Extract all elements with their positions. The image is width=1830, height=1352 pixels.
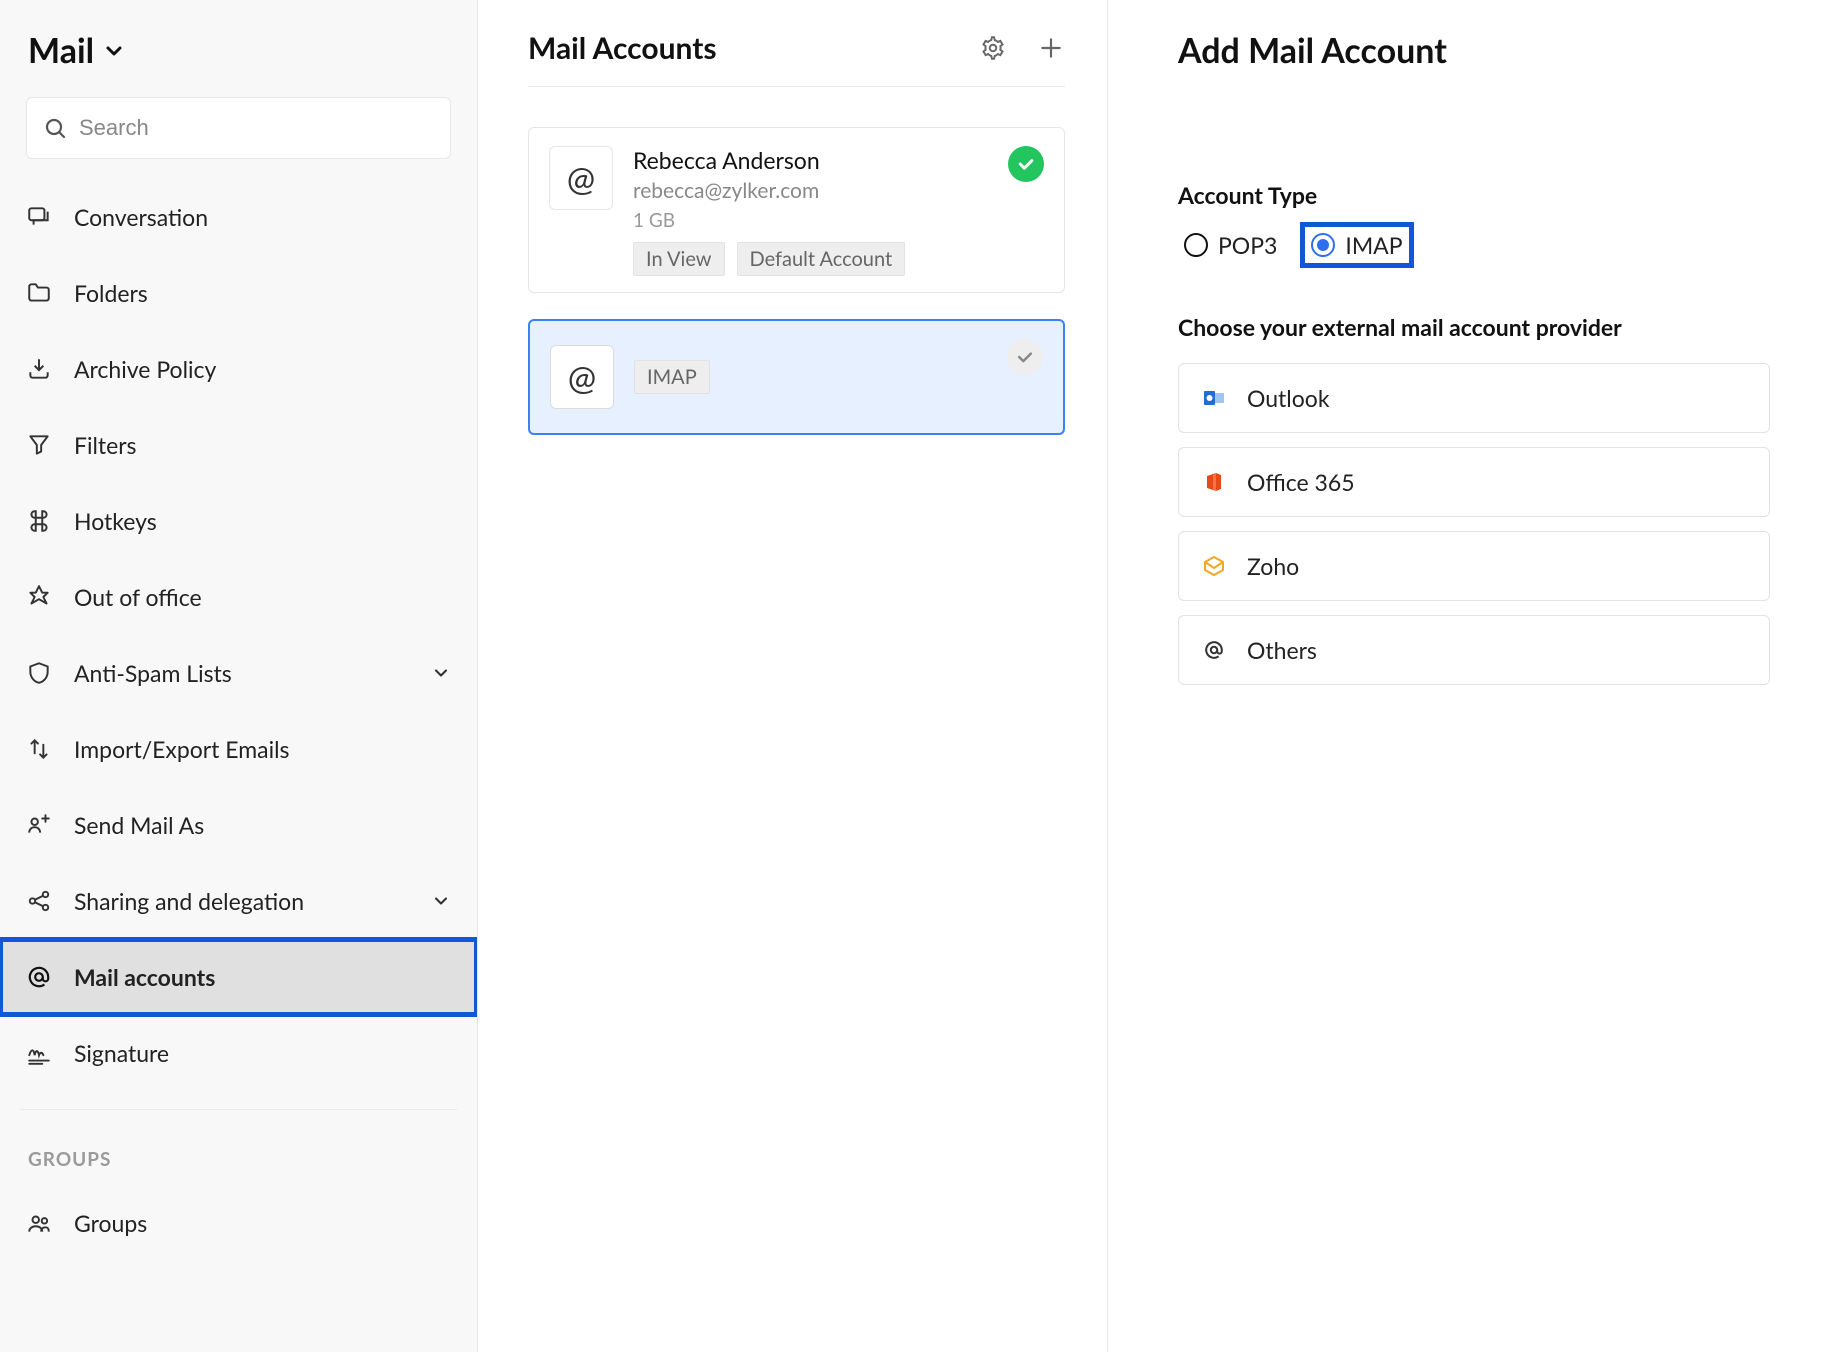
provider-others[interactable]: Others <box>1178 615 1770 685</box>
folder-icon <box>26 280 52 306</box>
add-account-title: Add Mail Account <box>1178 30 1770 71</box>
search-icon <box>43 116 67 140</box>
account-type-radios: POP3 IMAP <box>1178 227 1770 263</box>
sidebar-item-anti-spam-lists[interactable]: Anti-Spam Lists <box>0 635 477 711</box>
sidebar-item-send-mail-as[interactable]: Send Mail As <box>0 787 477 863</box>
accounts-panel: Mail Accounts @ Rebecca Anderson rebecca… <box>478 0 1108 1352</box>
outlook-icon <box>1201 385 1227 411</box>
search-input[interactable] <box>79 115 434 141</box>
shield-icon <box>26 660 52 686</box>
nav-label: Folders <box>74 279 451 307</box>
account-tag: Default Account <box>737 242 906 276</box>
at-icon: @ <box>549 146 613 210</box>
sidebar-item-mail-accounts[interactable]: Mail accounts <box>0 939 477 1015</box>
radio-pop3[interactable]: POP3 <box>1178 227 1283 263</box>
at-icon <box>1201 637 1227 663</box>
add-account-panel: Add Mail Account Account Type POP3 IMAP … <box>1108 0 1830 1352</box>
share-icon <box>26 888 52 914</box>
provider-label: Outlook <box>1247 384 1330 412</box>
nav-label: Groups <box>74 1209 451 1237</box>
sidebar-nav: Conversation Folders Archive Policy Filt… <box>0 179 477 1352</box>
signature-icon <box>26 1040 52 1066</box>
radio-icon <box>1184 233 1208 257</box>
radio-icon <box>1311 233 1335 257</box>
chevron-down-icon <box>431 891 451 911</box>
office365-icon <box>1201 469 1227 495</box>
radio-label: POP3 <box>1218 231 1277 259</box>
account-info: IMAP <box>634 360 1043 394</box>
status-pending-icon <box>1007 339 1043 375</box>
provider-zoho[interactable]: Zoho <box>1178 531 1770 601</box>
groups-icon <box>26 1210 52 1236</box>
import-export-icon <box>26 736 52 762</box>
nav-label: Filters <box>74 431 451 459</box>
settings-button[interactable] <box>979 34 1007 62</box>
sidebar-item-filters[interactable]: Filters <box>0 407 477 483</box>
nav-label: Hotkeys <box>74 507 451 535</box>
chevron-down-icon <box>431 663 451 683</box>
provider-label: Choose your external mail account provid… <box>1178 313 1770 341</box>
radio-imap[interactable]: IMAP <box>1305 227 1408 263</box>
provider-label: Zoho <box>1247 552 1299 580</box>
radio-label: IMAP <box>1345 231 1402 259</box>
out-of-office-icon <box>26 584 52 610</box>
accounts-title: Mail Accounts <box>528 30 979 66</box>
nav-label: Anti-Spam Lists <box>74 659 409 687</box>
provider-outlook[interactable]: Outlook <box>1178 363 1770 433</box>
conversation-icon <box>26 204 52 230</box>
provider-list: Outlook Office 365 Zoho Others <box>1178 363 1770 685</box>
send-as-icon <box>26 812 52 838</box>
provider-label: Others <box>1247 636 1317 664</box>
chevron-down-icon <box>102 39 126 63</box>
accounts-header: Mail Accounts <box>528 30 1065 87</box>
sidebar-item-hotkeys[interactable]: Hotkeys <box>0 483 477 559</box>
provider-label: Office 365 <box>1247 468 1355 496</box>
account-type-label: Account Type <box>1178 181 1770 209</box>
account-info: Rebecca Anderson rebecca@zylker.com 1 GB… <box>633 146 1044 276</box>
account-tags: IMAP <box>634 360 1043 394</box>
search-input-wrap[interactable] <box>26 97 451 159</box>
account-tags: In View Default Account <box>633 242 1044 276</box>
sidebar-item-folders[interactable]: Folders <box>0 255 477 331</box>
account-tag: In View <box>633 242 725 276</box>
sidebar: Mail Conversation Folders Archiv <box>0 0 478 1352</box>
sidebar-item-archive-policy[interactable]: Archive Policy <box>0 331 477 407</box>
sidebar-item-signature[interactable]: Signature <box>0 1015 477 1091</box>
nav-label: Archive Policy <box>74 355 451 383</box>
nav-label: Out of office <box>74 583 451 611</box>
account-card-selected[interactable]: @ IMAP <box>528 319 1065 435</box>
filter-icon <box>26 432 52 458</box>
sidebar-item-conversation[interactable]: Conversation <box>0 179 477 255</box>
sidebar-item-import-export[interactable]: Import/Export Emails <box>0 711 477 787</box>
sidebar-item-groups[interactable]: Groups <box>0 1185 477 1261</box>
at-icon: @ <box>550 345 614 409</box>
at-icon <box>26 964 52 990</box>
sidebar-title: Mail <box>28 30 94 71</box>
nav-label: Signature <box>74 1039 451 1067</box>
provider-office365[interactable]: Office 365 <box>1178 447 1770 517</box>
account-card[interactable]: @ Rebecca Anderson rebecca@zylker.com 1 … <box>528 127 1065 293</box>
add-account-button[interactable] <box>1037 34 1065 62</box>
sidebar-item-sharing-delegation[interactable]: Sharing and delegation <box>0 863 477 939</box>
nav-label: Mail accounts <box>74 963 451 991</box>
nav-label: Import/Export Emails <box>74 735 451 763</box>
nav-group-label: GROUPS <box>0 1120 477 1185</box>
nav-label: Sharing and delegation <box>74 887 409 915</box>
sidebar-header[interactable]: Mail <box>0 30 477 89</box>
status-verified-icon <box>1008 146 1044 182</box>
nav-label: Send Mail As <box>74 811 451 839</box>
account-email: rebecca@zylker.com <box>633 178 1044 203</box>
account-tag: IMAP <box>634 360 710 394</box>
account-name: Rebecca Anderson <box>633 146 1044 174</box>
zoho-icon <box>1201 553 1227 579</box>
hotkeys-icon <box>26 508 52 534</box>
archive-icon <box>26 356 52 382</box>
sidebar-item-out-of-office[interactable]: Out of office <box>0 559 477 635</box>
nav-label: Conversation <box>74 203 451 231</box>
account-storage: 1 GB <box>633 209 1044 232</box>
nav-divider <box>20 1109 457 1110</box>
accounts-actions <box>979 34 1065 62</box>
